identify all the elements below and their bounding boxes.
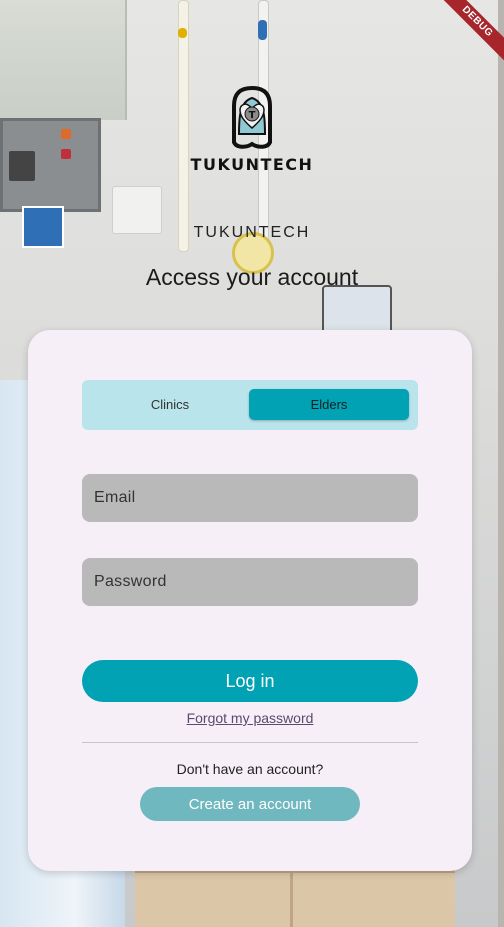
divider [82,742,418,743]
no-account-text: Don't have an account? [176,761,324,777]
tab-clinics[interactable]: Clinics [90,389,250,420]
logo-wordmark: TUKUNTECH [190,155,314,174]
create-account-button[interactable]: Create an account [140,787,360,821]
login-card: Clinics Elders Log in Forgot my password… [28,330,472,871]
logo-letter: T [249,110,256,121]
forgot-password-link[interactable]: Forgot my password [28,710,472,726]
tab-elders[interactable]: Elders [249,389,409,420]
email-field[interactable] [82,474,418,522]
brand-logo: T TUKUNTECH [0,84,504,174]
stethoscope-heart-icon: T [222,84,282,155]
page-title: Access your account [145,264,359,290]
login-button[interactable]: Log in [82,660,418,702]
brand-title: TUKUNTECH [193,224,311,241]
role-toggle: Clinics Elders [82,380,418,430]
password-field[interactable] [82,558,418,606]
